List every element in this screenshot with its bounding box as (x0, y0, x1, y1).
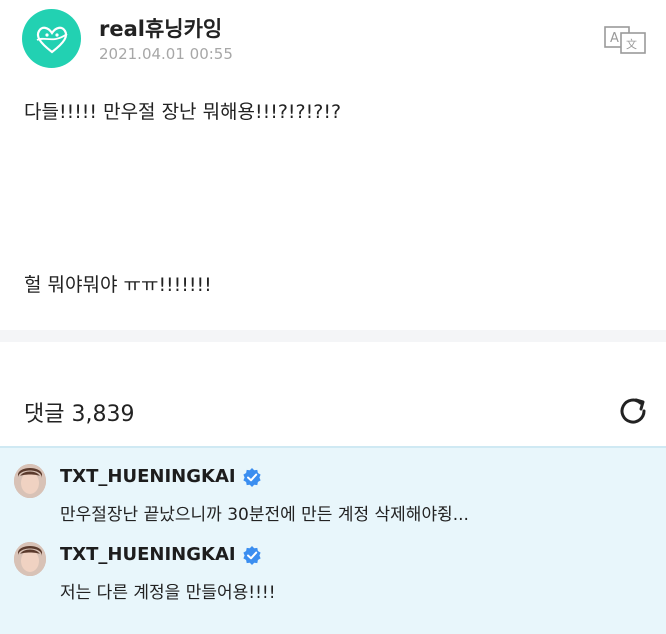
commenter-name[interactable]: TXT_HUENINGKAI (60, 544, 262, 565)
verified-badge-icon (242, 545, 261, 565)
refresh-icon[interactable] (614, 392, 652, 430)
author-avatar[interactable] (22, 9, 81, 68)
comment-text: 만우절장난 끝났으니까 30분전에 만든 계정 삭제해야쥥... (60, 505, 469, 525)
translate-icon[interactable]: A 文 (604, 26, 646, 54)
post-text-line: 헐 뭐야뭐야 ㅠㅠ!!!!!!! (24, 274, 212, 296)
commenter-name-text: TXT_HUENINGKAI (60, 544, 236, 565)
commenter-avatar[interactable] (14, 464, 46, 498)
commenter-name-text: TXT_HUENINGKAI (60, 466, 236, 487)
post-text-line: 다들!!!!! 만우절 장난 뭐해용!!!?!?!?!? (24, 101, 342, 123)
svg-text:文: 文 (626, 37, 637, 51)
post-date: 2021.04.01 00:55 (99, 45, 233, 63)
post-card: real휴닝카잉 2021.04.01 00:55 A 文 다들!!!!! 만우… (0, 0, 666, 330)
heart-logo-icon (36, 26, 68, 53)
comments-header: 댓글 3,839 (0, 342, 666, 446)
section-divider (0, 330, 666, 342)
comments-count: 댓글 3,839 (24, 402, 135, 427)
author-name[interactable]: real휴닝카잉 (99, 13, 222, 43)
pinned-comments: TXT_HUENINGKAI 만우절장난 끝났으니까 30분전에 만든 계정 삭… (0, 446, 666, 634)
commenter-name[interactable]: TXT_HUENINGKAI (60, 466, 262, 487)
comment-text: 저는 다른 계정을 만들어용!!!! (60, 583, 276, 603)
verified-badge-icon (242, 467, 261, 487)
svg-text:A: A (610, 31, 619, 46)
commenter-avatar[interactable] (14, 542, 46, 576)
